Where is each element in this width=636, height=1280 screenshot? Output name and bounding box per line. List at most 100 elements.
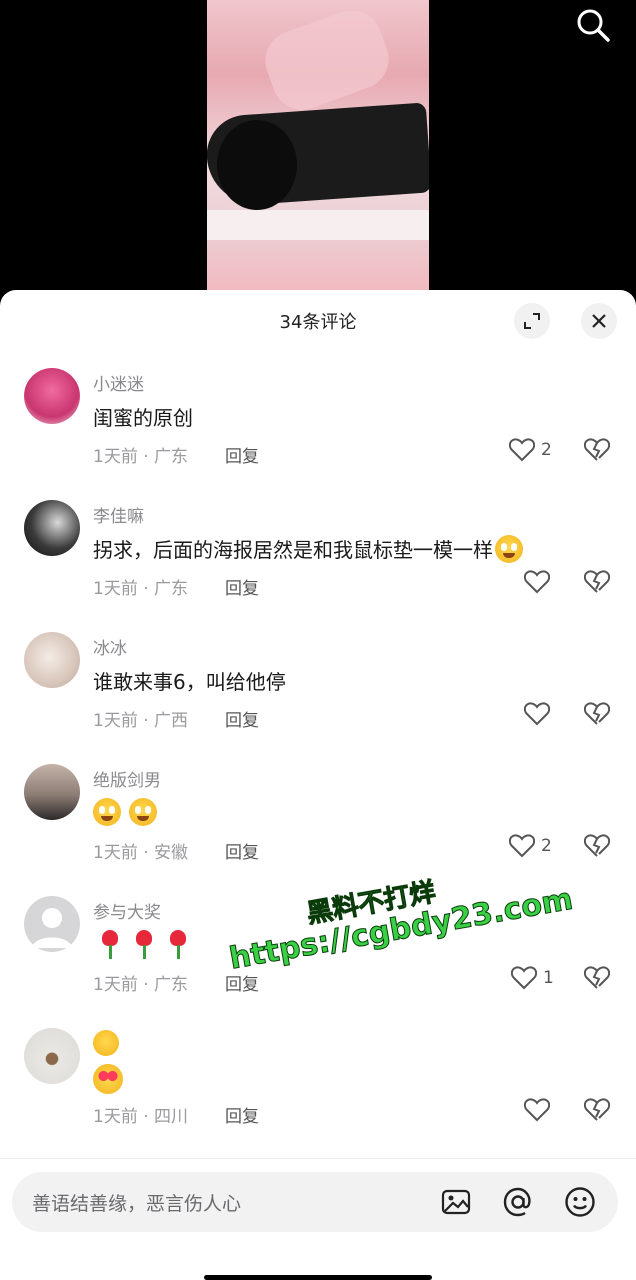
broken-heart-icon xyxy=(583,570,611,593)
reply-button[interactable]: 回复 xyxy=(225,706,259,731)
dislike-button[interactable] xyxy=(583,834,611,862)
comment-text: 谁敢来事6，叫给他停 xyxy=(93,670,286,694)
like-count: 1 xyxy=(543,968,554,988)
comment-text: 闺蜜的原创 xyxy=(93,406,193,430)
comment-location: 广东 xyxy=(154,975,189,995)
comment-item: 李佳嘛 拐求，后面的海报居然是和我鼠标垫一模一样 1天前 · 广东 回复 xyxy=(0,500,636,630)
rose-emoji xyxy=(133,930,155,960)
comment-username[interactable]: 参与大奖 xyxy=(93,898,161,923)
close-button[interactable] xyxy=(581,303,617,339)
dislike-button[interactable] xyxy=(583,702,611,730)
comment-time: 1天前 xyxy=(93,711,138,731)
dislike-button[interactable] xyxy=(583,1098,611,1126)
broken-heart-icon xyxy=(583,702,611,725)
comment-item: 冰冰 谁敢来事6，叫给他停 1天前 · 广西 回复 xyxy=(0,632,636,762)
video-player[interactable] xyxy=(0,0,636,300)
heart-icon xyxy=(524,702,550,726)
comment-username[interactable]: 冰冰 xyxy=(93,634,127,659)
like-button[interactable]: 2 xyxy=(509,438,552,462)
like-count: 2 xyxy=(541,836,552,856)
divider xyxy=(0,1158,636,1159)
broken-heart-icon xyxy=(583,966,611,989)
like-count: 2 xyxy=(541,440,552,460)
comment-emoji-row xyxy=(93,1030,119,1056)
comment-meta: 1天前 · 广东 xyxy=(93,579,189,599)
grinning-emoji xyxy=(129,798,157,826)
avatar[interactable] xyxy=(24,764,80,820)
comment-username[interactable]: 绝版剑男 xyxy=(93,766,161,791)
comment-time: 1天前 xyxy=(93,843,138,863)
comment-meta: 1天前 · 安徽 xyxy=(93,843,189,863)
heart-icon xyxy=(511,966,537,990)
close-icon xyxy=(592,314,606,328)
dislike-button[interactable] xyxy=(583,570,611,598)
comment-time: 1天前 xyxy=(93,447,138,467)
rose-emoji xyxy=(167,930,189,960)
like-button[interactable] xyxy=(524,570,550,594)
comment-username[interactable]: 小迷迷 xyxy=(93,370,144,395)
heart-icon xyxy=(524,1098,550,1122)
reply-button[interactable]: 回复 xyxy=(225,1102,259,1127)
heart-icon xyxy=(509,438,535,462)
comment-location: 广西 xyxy=(154,711,189,731)
dislike-button[interactable] xyxy=(583,438,611,466)
comment-time: 1天前 xyxy=(93,1107,138,1127)
image-icon[interactable] xyxy=(438,1184,474,1220)
comment-time: 1天前 xyxy=(93,579,138,599)
comment-location: 安徽 xyxy=(154,843,189,863)
like-button[interactable]: 2 xyxy=(509,834,552,858)
broken-heart-icon xyxy=(583,834,611,857)
broken-heart-icon xyxy=(583,438,611,461)
comment-meta: 1天前 · 四川 xyxy=(93,1107,189,1127)
comment-text-row: 拐求，后面的海报居然是和我鼠标垫一模一样 xyxy=(93,534,523,563)
comment-time: 1天前 xyxy=(93,975,138,995)
expand-icon xyxy=(524,313,540,329)
comment-meta: 1天前 · 广东 xyxy=(93,975,189,995)
broken-heart-icon xyxy=(583,1098,611,1121)
expand-button[interactable] xyxy=(514,303,550,339)
rose-emoji xyxy=(99,930,121,960)
comment-location: 四川 xyxy=(154,1107,189,1127)
emoji-icon[interactable] xyxy=(562,1184,598,1220)
comment-input[interactable]: 善语结善缘，恶言伤人心 xyxy=(12,1172,618,1232)
reply-button[interactable]: 回复 xyxy=(225,574,259,599)
comment-emoji-row xyxy=(93,930,201,960)
comment-location: 广东 xyxy=(154,447,189,467)
like-button[interactable] xyxy=(524,702,550,726)
heart-icon xyxy=(509,834,535,858)
home-indicator xyxy=(204,1275,432,1280)
comment-item: 小迷迷 闺蜜的原创 1天前 · 广东 回复 2 xyxy=(0,368,636,498)
default-avatar-icon xyxy=(32,908,72,948)
avatar[interactable] xyxy=(24,896,80,952)
comment-item: 参与大奖 1天前 · 广东 回复 1 xyxy=(0,896,636,1026)
avatar[interactable] xyxy=(24,500,80,556)
grinning-emoji xyxy=(495,534,523,563)
avatar[interactable] xyxy=(24,1028,80,1084)
reply-button[interactable]: 回复 xyxy=(225,838,259,863)
avatar[interactable] xyxy=(24,368,80,424)
like-button[interactable]: 1 xyxy=(511,966,554,990)
at-icon[interactable] xyxy=(500,1184,536,1220)
comment-username[interactable]: 李佳嘛 xyxy=(93,502,144,527)
grinning-emoji xyxy=(93,798,121,826)
comment-item: 绝版剑男 1天前 · 安徽 回复 2 xyxy=(0,764,636,894)
comments-sheet: 34条评论 小迷迷 闺蜜的原创 1天前 · 广东 回复 2 李佳嘛 拐求，后面的… xyxy=(0,290,636,1280)
heart-icon xyxy=(524,570,550,594)
reply-button[interactable]: 回复 xyxy=(225,442,259,467)
heart-eyes-emoji xyxy=(93,1064,123,1094)
smirk-emoji xyxy=(93,1030,119,1056)
comment-meta: 1天前 · 广西 xyxy=(93,711,189,731)
comment-emoji-row xyxy=(93,1064,123,1094)
search-icon[interactable] xyxy=(574,6,612,44)
comment-emoji-row xyxy=(93,798,157,826)
comment-text: 拐求，后面的海报居然是和我鼠标垫一模一样 xyxy=(93,538,493,562)
dislike-button[interactable] xyxy=(583,966,611,994)
video-thumbnail[interactable] xyxy=(207,0,429,300)
reply-button[interactable]: 回复 xyxy=(225,970,259,995)
comment-item: 1天前 · 四川 回复 xyxy=(0,1028,636,1158)
avatar[interactable] xyxy=(24,632,80,688)
comment-input-placeholder: 善语结善缘，恶言伤人心 xyxy=(32,1193,242,1215)
comment-location: 广东 xyxy=(154,579,189,599)
like-button[interactable] xyxy=(524,1098,550,1122)
comment-meta: 1天前 · 广东 xyxy=(93,447,189,467)
